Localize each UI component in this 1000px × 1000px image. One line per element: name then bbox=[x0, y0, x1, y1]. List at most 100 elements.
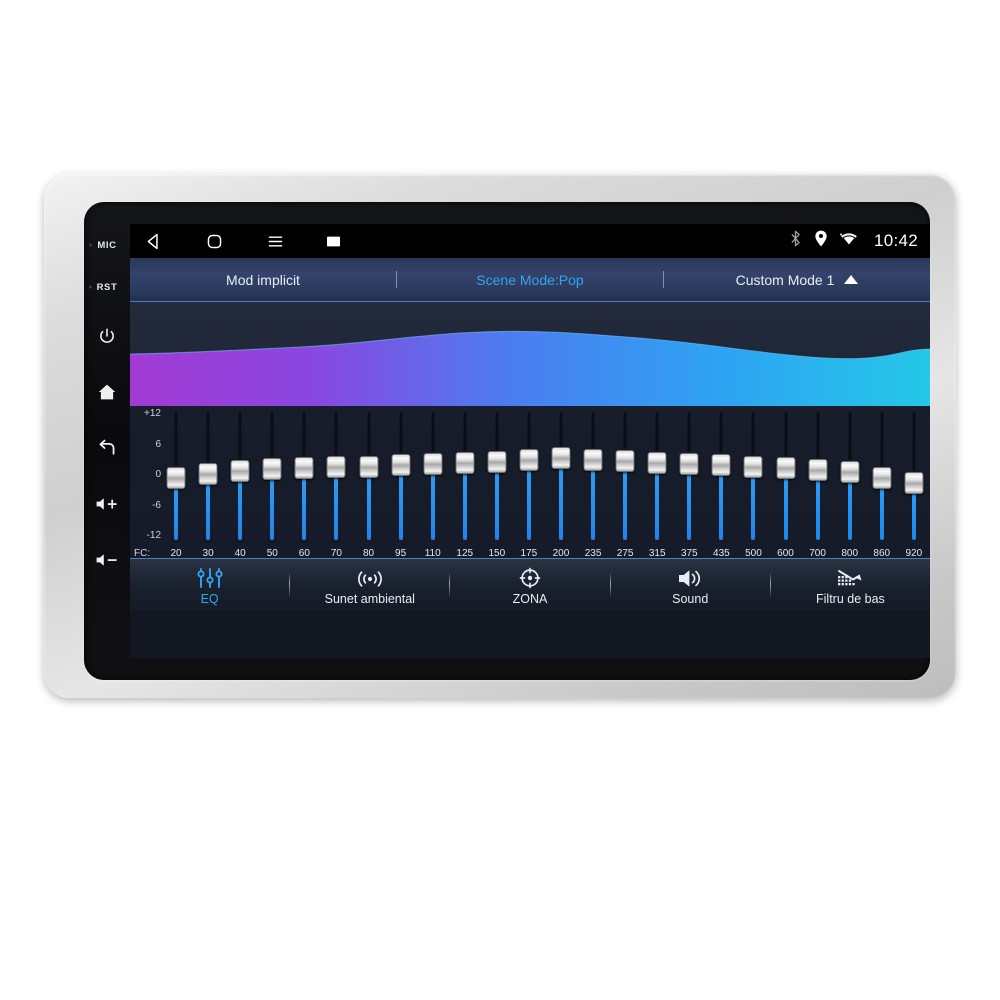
eq-band-slider[interactable] bbox=[737, 406, 769, 546]
mode-custom[interactable]: Custom Mode 1 bbox=[664, 272, 930, 288]
slider-track-lower bbox=[783, 478, 788, 540]
slider-track-upper bbox=[687, 412, 691, 452]
slider-thumb[interactable] bbox=[647, 451, 667, 474]
volume-down-key[interactable] bbox=[84, 532, 130, 588]
eq-slider-row[interactable] bbox=[160, 406, 930, 546]
android-menu-icon[interactable] bbox=[266, 232, 285, 251]
eq-band-slider[interactable] bbox=[481, 406, 513, 546]
slider-thumb[interactable] bbox=[519, 449, 539, 472]
slider-thumb[interactable] bbox=[198, 462, 218, 485]
eq-tab-bar[interactable]: EQ Sunet ambiental ZONA Sound Filtru de … bbox=[130, 558, 930, 611]
slider-thumb[interactable] bbox=[776, 457, 796, 480]
slider-thumb[interactable] bbox=[615, 450, 635, 473]
slider-thumb[interactable] bbox=[423, 453, 443, 476]
speaker-icon bbox=[677, 565, 703, 589]
caret-up-icon[interactable] bbox=[844, 275, 859, 284]
slider-track-lower bbox=[462, 473, 467, 540]
eq-band-slider[interactable] bbox=[513, 406, 545, 546]
slider-thumb[interactable] bbox=[455, 452, 475, 475]
slider-thumb[interactable] bbox=[679, 452, 699, 475]
slider-thumb[interactable] bbox=[808, 458, 828, 481]
slider-thumb[interactable] bbox=[294, 456, 314, 479]
eq-band-slider[interactable] bbox=[224, 406, 256, 546]
mode-default[interactable]: Mod implicit bbox=[130, 272, 396, 288]
eq-band-slider[interactable] bbox=[802, 406, 834, 546]
eq-band-slider[interactable] bbox=[449, 406, 481, 546]
tab-eq[interactable]: EQ bbox=[130, 559, 289, 612]
eq-band-slider[interactable] bbox=[834, 406, 866, 546]
eq-band-slider[interactable] bbox=[417, 406, 449, 546]
eq-band-slider[interactable] bbox=[256, 406, 288, 546]
mic-key-label: MIC bbox=[97, 239, 117, 251]
eq-response-curve bbox=[130, 302, 930, 406]
slider-thumb[interactable] bbox=[391, 454, 411, 477]
slider-track-lower bbox=[174, 488, 179, 540]
slider-track-upper bbox=[848, 412, 852, 461]
touchscreen[interactable]: 10:42 Mod implicit Scene Mode:Pop Custom… bbox=[130, 224, 930, 658]
surround-sound-icon bbox=[355, 565, 385, 589]
slider-thumb[interactable] bbox=[711, 454, 731, 477]
eq-band-slider[interactable] bbox=[609, 406, 641, 546]
slider-track-upper bbox=[206, 412, 210, 462]
slider-track-lower bbox=[302, 477, 307, 540]
hardware-key-column: MIC RST bbox=[84, 202, 130, 680]
eq-band-slider[interactable] bbox=[192, 406, 224, 546]
slider-track-upper bbox=[463, 412, 467, 452]
volume-up-icon bbox=[95, 496, 119, 512]
device-inner-bezel: MIC RST 10:42 Mod implicit Scene Mode:Po… bbox=[84, 202, 930, 680]
tab-zona[interactable]: ZONA bbox=[450, 559, 609, 612]
slider-thumb[interactable] bbox=[872, 466, 892, 489]
eq-band-slider[interactable] bbox=[160, 406, 192, 546]
eq-band-slider[interactable] bbox=[866, 406, 898, 546]
tab-filtru-de-bas-label: Filtru de bas bbox=[816, 591, 885, 606]
tab-sound[interactable]: Sound bbox=[611, 559, 770, 612]
android-back-icon[interactable] bbox=[144, 232, 163, 251]
android-home-icon[interactable] bbox=[205, 232, 224, 251]
mic-key[interactable]: MIC bbox=[84, 224, 130, 266]
slider-thumb[interactable] bbox=[262, 458, 282, 481]
mic-led bbox=[89, 243, 92, 247]
equalizer-panel: +1260-6-12 FC: Q: 2030405060708095110125… bbox=[130, 406, 930, 611]
eq-band-slider[interactable] bbox=[705, 406, 737, 546]
slider-track-lower bbox=[398, 475, 403, 540]
slider-thumb[interactable] bbox=[840, 461, 860, 484]
tab-sunet-ambiental[interactable]: Sunet ambiental bbox=[290, 559, 449, 612]
power-key[interactable] bbox=[84, 308, 130, 364]
eq-band-slider[interactable] bbox=[641, 406, 673, 546]
eq-band-slider[interactable] bbox=[320, 406, 352, 546]
slider-track-lower bbox=[591, 469, 596, 540]
slider-thumb[interactable] bbox=[487, 450, 507, 473]
slider-track-upper bbox=[816, 412, 820, 458]
eq-band-slider[interactable] bbox=[898, 406, 930, 546]
tab-filtru-de-bas[interactable]: Filtru de bas bbox=[771, 559, 930, 612]
slider-thumb[interactable] bbox=[166, 467, 186, 490]
slider-thumb[interactable] bbox=[359, 455, 378, 478]
eq-band-slider[interactable] bbox=[673, 406, 705, 546]
db-axis-tick: -12 bbox=[146, 530, 161, 541]
eq-band-slider[interactable] bbox=[577, 406, 609, 546]
slider-thumb[interactable] bbox=[551, 446, 571, 469]
slider-track-upper bbox=[719, 412, 723, 454]
volume-down-icon bbox=[95, 552, 119, 568]
eq-mode-bar: Mod implicit Scene Mode:Pop Custom Mode … bbox=[130, 258, 930, 302]
slider-track-lower bbox=[719, 475, 724, 540]
slider-thumb[interactable] bbox=[743, 455, 763, 478]
slider-thumb[interactable] bbox=[583, 448, 603, 471]
mode-scene[interactable]: Scene Mode:Pop bbox=[397, 272, 663, 288]
eq-band-slider[interactable] bbox=[352, 406, 384, 546]
slider-thumb[interactable] bbox=[326, 456, 346, 479]
home-icon bbox=[97, 383, 117, 401]
slider-track-lower bbox=[655, 472, 660, 540]
reset-key[interactable]: RST bbox=[84, 266, 130, 308]
eq-band-slider[interactable] bbox=[545, 406, 577, 546]
eq-band-slider[interactable] bbox=[385, 406, 417, 546]
volume-up-key[interactable] bbox=[84, 476, 130, 532]
slider-thumb[interactable] bbox=[904, 472, 924, 495]
slider-thumb[interactable] bbox=[230, 460, 250, 483]
eq-band-slider[interactable] bbox=[769, 406, 801, 546]
eq-band-slider[interactable] bbox=[288, 406, 320, 546]
android-screenshot-icon[interactable] bbox=[327, 235, 340, 248]
back-key[interactable] bbox=[84, 420, 130, 476]
status-indicators: 10:42 bbox=[789, 224, 918, 258]
home-key[interactable] bbox=[84, 364, 130, 420]
